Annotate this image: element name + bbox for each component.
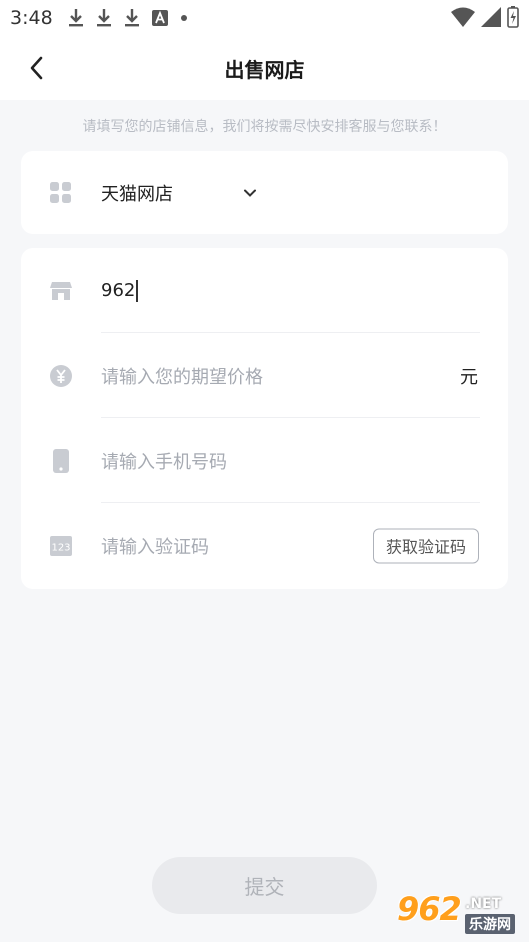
download-icon	[125, 9, 139, 27]
font-icon	[152, 10, 168, 26]
shop-name-value[interactable]: 962	[101, 279, 139, 302]
price-unit: 元	[460, 366, 478, 388]
page-title: 出售网店	[224, 58, 305, 82]
submit-button[interactable]: 提交	[152, 857, 377, 914]
price-field[interactable]: 请输入您的期望价格 元	[21, 333, 508, 418]
store-icon	[49, 279, 73, 303]
price-input[interactable]: 请输入您的期望价格	[101, 363, 263, 389]
get-code-button[interactable]: 获取验证码	[373, 528, 479, 563]
download-icon	[69, 9, 83, 27]
watermark-net: .NET	[465, 896, 502, 912]
header: 出售网店	[0, 36, 529, 100]
dot-icon	[181, 15, 187, 21]
battery-icon	[507, 6, 519, 28]
download-icon	[97, 9, 111, 27]
watermark-logo: 962 .NET 乐游网	[393, 890, 523, 938]
phone-input[interactable]: 请输入手机号码	[101, 448, 227, 474]
phone-field[interactable]: 请输入手机号码	[21, 418, 508, 503]
keypad-icon: 123	[49, 534, 73, 558]
wifi-icon	[451, 7, 475, 27]
code-input[interactable]: 请输入验证码	[101, 533, 209, 559]
yen-icon	[49, 364, 73, 388]
platform-card: 天猫网店	[21, 151, 508, 234]
svg-text:123: 123	[51, 542, 70, 553]
grid-icon	[49, 181, 73, 205]
platform-value: 天猫网店	[101, 183, 173, 205]
form-card: 962 请输入您的期望价格 元 请输入手机号码 123 请输入验证码 获取验证码	[21, 248, 508, 589]
text-caret	[136, 279, 139, 302]
status-bar: 3:48	[0, 0, 529, 36]
phone-icon	[49, 448, 73, 473]
watermark-cn: 乐游网	[465, 914, 515, 934]
watermark-number: 962	[397, 890, 462, 928]
signal-icon	[481, 7, 501, 27]
shop-name-field[interactable]: 962	[21, 248, 508, 333]
chevron-down-icon[interactable]	[243, 188, 257, 197]
system-icons	[451, 6, 519, 28]
code-field[interactable]: 123 请输入验证码 获取验证码	[21, 503, 508, 588]
status-time: 3:48	[10, 7, 53, 29]
platform-select[interactable]: 天猫网店	[21, 151, 508, 234]
notification-icons	[68, 7, 188, 29]
hint-text: 请填写您的店铺信息，我们将按需尽快安排客服与您联系！	[82, 119, 447, 135]
